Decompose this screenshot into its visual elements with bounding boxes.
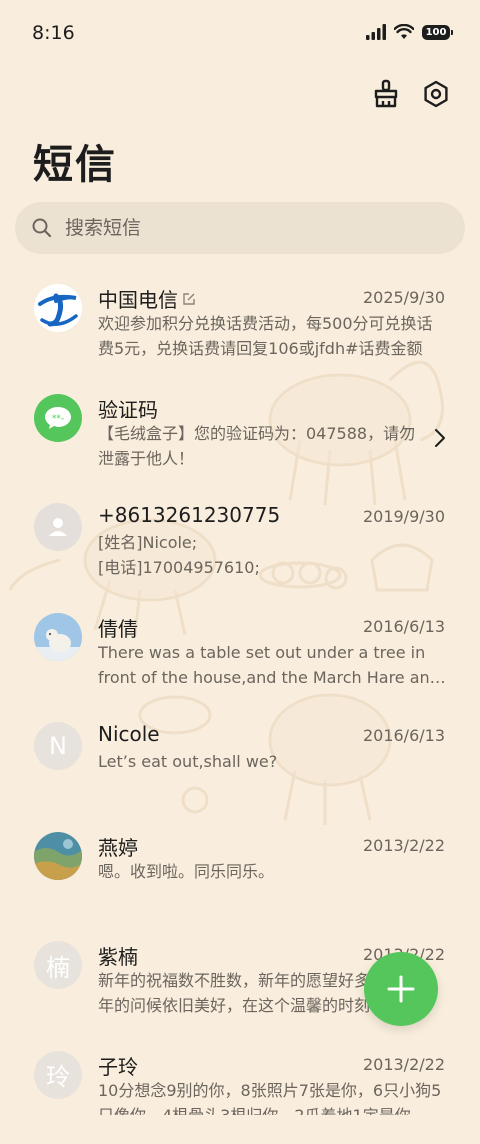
- broom-icon[interactable]: [370, 78, 402, 110]
- message-item[interactable]: **- 验证码 【毛绒盒子】您的验证码为：047588，请勿泄露于他人！: [0, 378, 480, 488]
- message-item[interactable]: 燕婷 2013/2/22 嗯。收到啦。同乐同乐。: [0, 816, 480, 926]
- search-input[interactable]: [63, 216, 427, 240]
- message-preview: 欢迎参加积分兑换话费活动，每500分可兑换话费5元，兑换话费请回复106或jfd…: [98, 311, 446, 361]
- contact-name: 中国电信: [98, 284, 196, 313]
- contact-name-text: 中国电信: [98, 284, 178, 313]
- top-actions: [370, 78, 452, 110]
- settings-icon[interactable]: [420, 78, 452, 110]
- avatar-letter: N: [34, 722, 82, 770]
- contact-name: 倩倩: [98, 613, 138, 642]
- contact-name: 燕婷: [98, 832, 138, 861]
- person-icon: [34, 503, 82, 551]
- wifi-icon: [394, 24, 414, 40]
- search-bar[interactable]: [15, 202, 465, 254]
- message-item[interactable]: 玲 子玲 2013/2/22 10分想念9别的你，8张照片7张是你，6只小狗5只…: [0, 1035, 480, 1144]
- message-preview: 10分想念9别的你，8张照片7张是你，6只小狗5只像你，4根骨头3根归你，2瓜着…: [98, 1078, 446, 1115]
- message-date: 2016/6/13: [363, 726, 445, 745]
- message-date: 2019/9/30: [363, 507, 445, 526]
- signal-icon: [366, 24, 386, 40]
- search-icon: [31, 217, 53, 239]
- battery-icon: 100: [422, 25, 450, 40]
- message-date: 2016/6/13: [363, 617, 445, 636]
- message-preview: 嗯。收到啦。同乐同乐。: [98, 859, 446, 884]
- status-time: 8:16: [32, 22, 75, 44]
- message-preview: 【毛绒盒子】您的验证码为：047588，请勿泄露于他人！: [98, 421, 418, 471]
- message-item[interactable]: 倩倩 2016/6/13 There was a table set out u…: [0, 597, 480, 707]
- landscape-photo: [34, 832, 82, 880]
- avatar-letter: 玲: [34, 1051, 82, 1099]
- message-date: 2013/2/22: [363, 836, 445, 855]
- contact-name: 子玲: [98, 1051, 138, 1080]
- avatar-letter: 楠: [34, 941, 82, 989]
- polar-bear-photo: [34, 613, 82, 661]
- message-preview: [姓名]Nicole; [电话]17004957610;: [98, 530, 446, 580]
- chevron-right-icon[interactable]: [434, 428, 446, 448]
- message-item[interactable]: +8613261230775 2019/9/30 [姓名]Nicole; [电话…: [0, 487, 480, 597]
- contact-name: +8613261230775: [98, 503, 280, 527]
- message-preview: There was a table set out under a tree i…: [98, 640, 446, 690]
- contact-name: 紫楠: [98, 941, 138, 970]
- message-item[interactable]: N Nicole 2016/6/13 Let’s eat out,shall w…: [0, 706, 480, 816]
- status-icons: 100: [366, 24, 450, 40]
- message-item[interactable]: 中国电信 2025/9/30 欢迎参加积分兑换话费活动，每500分可兑换话费5元…: [0, 268, 480, 378]
- status-bar: 8:16 100: [0, 0, 480, 68]
- new-message-button[interactable]: [364, 952, 438, 1026]
- page-title: 短信: [33, 132, 117, 190]
- edit-icon: [182, 292, 196, 306]
- message-date: 2013/2/22: [363, 1055, 445, 1074]
- chat-bubble-icon: **-: [34, 394, 82, 442]
- contact-name: Nicole: [98, 722, 160, 746]
- plus-icon: [386, 974, 416, 1004]
- china-telecom-logo: [34, 284, 82, 332]
- svg-text:**-: **-: [52, 414, 64, 424]
- message-date: 2025/9/30: [363, 288, 445, 307]
- message-preview: Let’s eat out,shall we?: [98, 749, 446, 774]
- contact-name: 验证码: [98, 394, 158, 423]
